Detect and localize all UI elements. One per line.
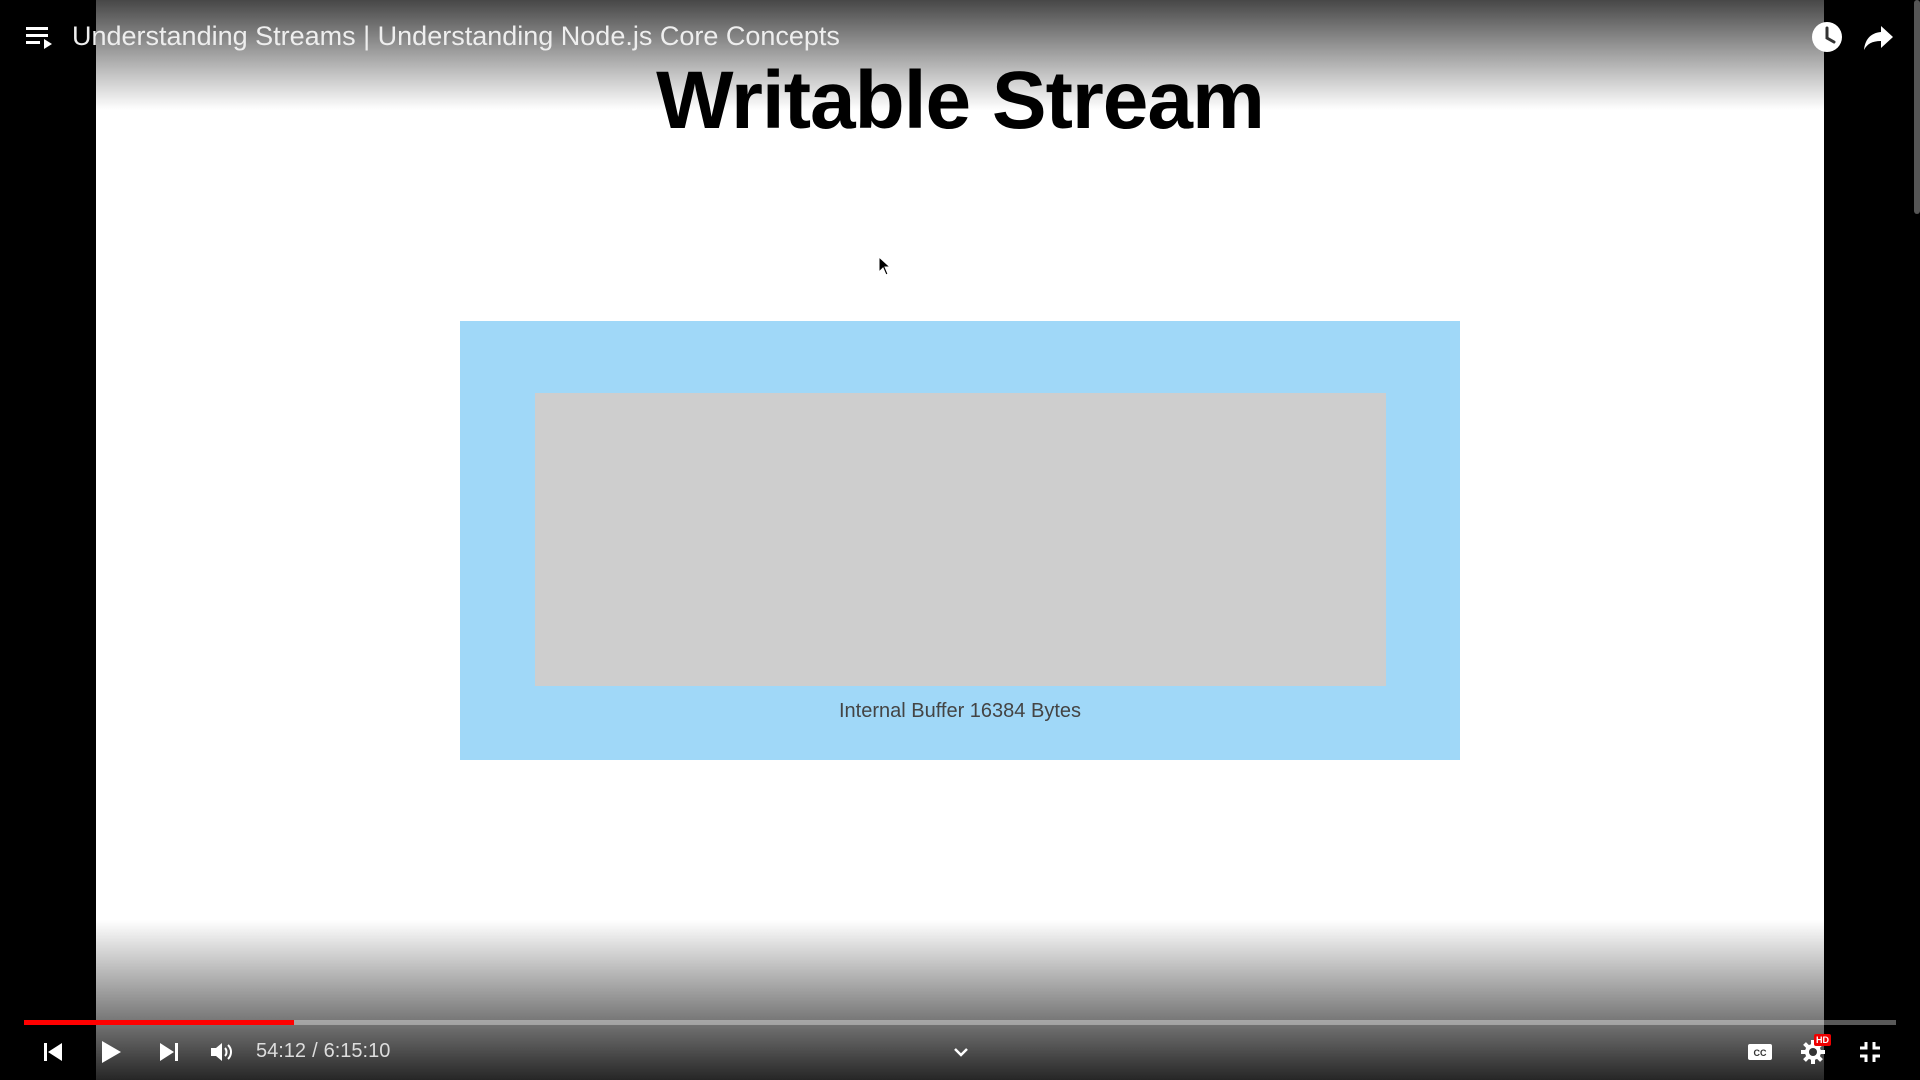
progress-bar[interactable]	[24, 1020, 1896, 1025]
skip-next-icon	[160, 1043, 178, 1061]
progress-played	[24, 1020, 295, 1025]
volume-icon	[211, 1043, 232, 1061]
time-separator: /	[312, 1040, 318, 1062]
chevron-down-icon	[954, 1048, 968, 1057]
previous-button[interactable]	[38, 1036, 68, 1068]
captions-button[interactable]: CC	[1744, 1036, 1776, 1068]
writable-stream-box: Internal Buffer 16384 Bytes	[460, 321, 1460, 760]
closed-captions-icon: CC	[1748, 1044, 1772, 1060]
play-button[interactable]	[96, 1036, 126, 1068]
svg-text:CC: CC	[1754, 1048, 1767, 1058]
hd-badge: HD	[1814, 1034, 1831, 1046]
next-button[interactable]	[154, 1036, 184, 1068]
skip-previous-icon	[44, 1043, 62, 1061]
share-icon[interactable]	[1862, 20, 1896, 54]
video-player[interactable]: Writable Stream Internal Buffer 16384 By…	[0, 0, 1920, 1080]
duration: 6:15:10	[323, 1040, 391, 1062]
exit-fullscreen-icon	[1860, 1042, 1880, 1062]
playlist-icon[interactable]	[24, 22, 58, 52]
settings-button[interactable]: HD	[1796, 1034, 1831, 1068]
internal-buffer-label: Internal Buffer 16384 Bytes	[838, 700, 1081, 722]
player-top-bar: Understanding Streams | Understanding No…	[0, 0, 1920, 72]
video-frame[interactable]: Writable Stream Internal Buffer 16384 By…	[96, 0, 1824, 1080]
mouse-cursor-icon	[878, 256, 890, 276]
internal-buffer-box	[535, 393, 1386, 686]
time-display: 54:12/6:15:10	[256, 1040, 390, 1063]
exit-fullscreen-button[interactable]	[1854, 1036, 1886, 1068]
play-icon	[102, 1041, 121, 1063]
clock-icon[interactable]	[1810, 20, 1844, 54]
volume-button[interactable]	[206, 1036, 238, 1068]
video-title[interactable]: Understanding Streams | Understanding No…	[72, 21, 840, 52]
current-time: 54:12	[256, 1040, 307, 1062]
chapter-expand-button[interactable]	[946, 1036, 976, 1068]
